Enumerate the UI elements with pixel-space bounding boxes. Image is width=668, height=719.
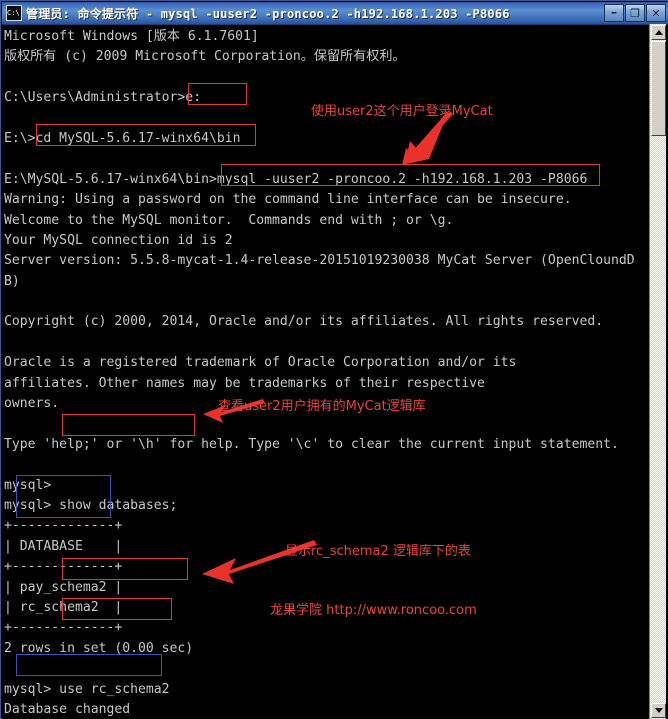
minimize-icon: –	[611, 5, 617, 19]
console-line: Copyright (c) 2000, 2014, Oracle and/or …	[4, 314, 604, 330]
console-line: Welcome to the MySQL monitor. Commands e…	[4, 212, 454, 228]
cmd-icon[interactable]	[6, 5, 22, 21]
console-line: +-------------+	[4, 559, 123, 575]
vertical-scrollbar[interactable]	[649, 24, 666, 719]
console-line: mysql> show databases;	[4, 497, 178, 513]
console-line: Database changed	[4, 701, 131, 717]
console-line: E:\>cd MySQL-5.6.17-winx64\bin	[4, 130, 241, 146]
console-line: +-------------+	[4, 620, 123, 636]
console-line: Type 'help;' or '\h' for help. Type '\c'…	[4, 436, 619, 452]
annotation-watermark: 龙果学院 http://www.roncoo.com	[270, 603, 477, 618]
console-client-area[interactable]: Microsoft Windows [版本 6.1.7601] 版权所有 (c) …	[2, 24, 668, 719]
console-line: Microsoft Windows [版本 6.1.7601]	[4, 29, 259, 44]
window-titlebar[interactable]: 管理员: 命令提示符 - mysql -uuser2 -proncoo.2 -h…	[2, 2, 668, 24]
scrollbar-thumb[interactable]	[651, 41, 666, 136]
maximize-button[interactable]: ❐	[625, 4, 645, 22]
console-line: 2 rows in set (0.00 sec)	[4, 640, 194, 656]
console-line: affiliates. Other names may be trademark…	[4, 375, 485, 391]
console-line: 版权所有 (c) 2009 Microsoft Corporation。保留所有…	[4, 49, 406, 65]
console-line: Server version: 5.5.8-mycat-1.4-release-…	[4, 253, 634, 269]
maximize-icon: ❐	[630, 6, 640, 20]
console-line: +-------------+	[4, 518, 123, 534]
triangle-up-icon	[655, 30, 663, 35]
close-icon: ✕	[651, 6, 661, 20]
console-line: Your MySQL connection id is 2	[4, 232, 233, 248]
annotation-login-note: 使用user2这个用户登录MyCat	[311, 104, 493, 119]
triangle-down-icon	[655, 708, 663, 713]
console-line: E:\MySQL-5.6.17-winx64\bin>mysql -uuser2…	[4, 171, 588, 187]
scroll-up-button[interactable]	[651, 25, 666, 40]
console-line: | pay_schema2 |	[4, 579, 123, 595]
console-line: mysql>	[4, 477, 52, 493]
console-line: Warning: Using a password on the command…	[4, 192, 572, 208]
scroll-down-button[interactable]	[651, 703, 666, 718]
annotation-show-tables-note: 显示rc_schema2 逻辑库下的表	[285, 544, 471, 559]
window-title: 管理员: 命令提示符 - mysql -uuser2 -proncoo.2 -h…	[26, 6, 510, 21]
console-line: mysql> use rc_schema2	[4, 681, 170, 697]
close-button[interactable]: ✕	[646, 4, 666, 22]
console-line: Oracle is a registered trademark of Orac…	[4, 355, 517, 371]
command-prompt-window: 管理员: 命令提示符 - mysql -uuser2 -proncoo.2 -h…	[0, 0, 668, 719]
annotation-show-databases-note: 查看user2用户拥有的MyCat逻辑库	[218, 399, 426, 414]
console-line: B)	[4, 273, 20, 289]
minimize-button[interactable]: –	[604, 4, 624, 22]
